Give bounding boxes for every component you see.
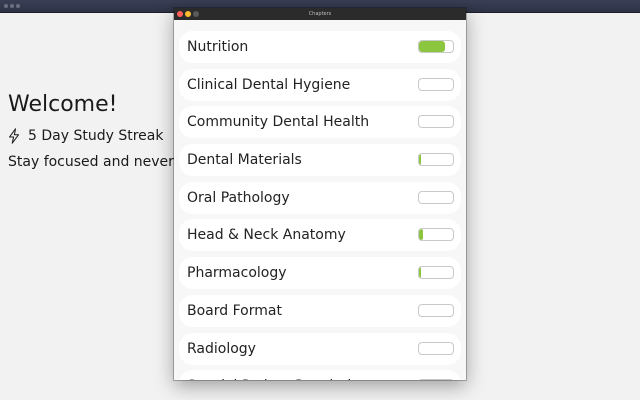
chapter-label: Board Format	[187, 302, 282, 319]
chapter-row[interactable]: Pharmacology	[179, 257, 461, 290]
chapter-row[interactable]: Oral Pathology	[179, 181, 461, 214]
chapter-label: Community Dental Health	[187, 114, 370, 131]
chapter-progress-bar	[418, 77, 454, 91]
chapter-label: Pharmacology	[187, 265, 287, 282]
chapter-label: Head & Neck Anatomy	[187, 227, 346, 244]
chapter-progress-bar	[418, 303, 454, 317]
chapter-row[interactable]: Nutrition	[179, 31, 461, 63]
minimize-window-button[interactable]	[10, 4, 14, 8]
chapter-progress-bar	[418, 153, 454, 167]
chapter-label: Clinical Dental Hygiene	[187, 76, 351, 93]
chapters-window: Chapters Nutrition Clinical Dental Hygien…	[174, 8, 466, 380]
chapter-progress-fill	[419, 267, 422, 279]
chapter-label: Nutrition	[187, 39, 249, 55]
desktop: Welcome! 5 Day Study Streak Stay focused…	[0, 0, 640, 400]
chapter-label: Special Patient Population	[187, 370, 369, 380]
chapter-list: Nutrition Clinical Dental Hygiene Communit…	[179, 31, 461, 380]
chapter-progress-bar	[418, 115, 454, 129]
welcome-heading: Welcome!	[8, 92, 118, 117]
chapter-row[interactable]: Board Format	[179, 294, 461, 327]
motivation-text: Stay focused and never g	[8, 154, 188, 170]
chapter-progress-bar	[418, 341, 454, 355]
close-window-button[interactable]	[4, 4, 8, 8]
chapter-progress-fill	[419, 154, 422, 166]
streak-label: 5 Day Study Streak	[28, 128, 164, 144]
chapter-row[interactable]: Dental Materials	[179, 144, 461, 177]
chapters-titlebar: Chapters	[174, 8, 466, 20]
study-streak: 5 Day Study Streak	[8, 126, 163, 146]
chapter-progress-bar	[418, 266, 454, 280]
chapter-row[interactable]: Head & Neck Anatomy	[179, 219, 461, 252]
chapter-label: Radiology	[187, 340, 256, 357]
chapter-row[interactable]: Special Patient Population	[179, 370, 461, 380]
chapter-progress-fill	[419, 229, 424, 241]
lightning-icon	[8, 128, 20, 144]
chapter-progress-bar	[418, 190, 454, 204]
chapter-row[interactable]: Community Dental Health	[179, 106, 461, 139]
window-title: Chapters	[308, 11, 332, 17]
chapter-label: Oral Pathology	[187, 189, 290, 206]
chapter-progress-bar	[418, 228, 454, 242]
zoom-window-button[interactable]	[16, 4, 20, 8]
chapter-row[interactable]: Radiology	[179, 332, 461, 365]
chapter-progress-bar	[418, 40, 454, 53]
chapter-progress-fill	[419, 41, 445, 52]
chapter-label: Dental Materials	[187, 152, 302, 169]
chapter-progress-bar	[418, 379, 454, 380]
chapter-row[interactable]: Clinical Dental Hygiene	[179, 68, 461, 101]
